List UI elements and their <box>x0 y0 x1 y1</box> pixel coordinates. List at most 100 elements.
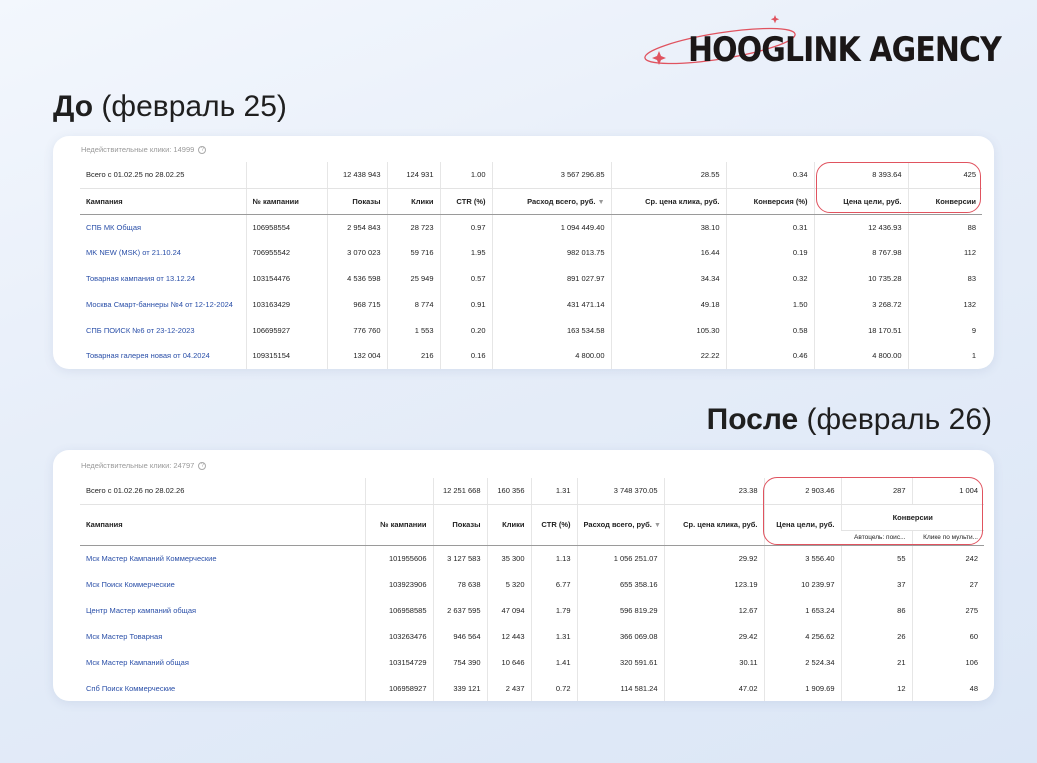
conv-autogoal-cell: 86 <box>840 597 912 623</box>
cpc-cell: 38.10 <box>610 214 726 240</box>
cpc-cell: 30.11 <box>663 649 764 675</box>
table-row: Мск Поиск Коммерческие 103923906 78 638 … <box>80 571 984 597</box>
col-conversions[interactable]: Конверсии <box>907 188 982 215</box>
col-conv-multi[interactable]: Клике по мульти... <box>911 530 984 546</box>
col-number[interactable]: № кампании <box>364 504 433 546</box>
campaign-link[interactable]: СПБ МК Общая <box>80 214 246 240</box>
conv-rate-cell: 1.50 <box>725 291 814 318</box>
goal-cost-cell: 12 436.93 <box>813 214 908 240</box>
table-row: MK NEW (MSK) от 21.10.24 706955542 3 070… <box>80 239 982 266</box>
conversions-cell: 83 <box>907 265 982 292</box>
col-number[interactable]: № кампании <box>245 188 327 215</box>
ctr-cell: 0.97 <box>439 214 492 240</box>
campaign-link[interactable]: Мск Мастер Кампаний общая <box>80 649 365 675</box>
total-conversions: 425 <box>907 162 982 189</box>
col-conv-rate[interactable]: Конверсия (%) <box>725 188 814 215</box>
col-shows[interactable]: Показы <box>432 504 487 546</box>
total-conv-autogoal: 287 <box>840 478 912 505</box>
spend-cell: 366 069.08 <box>576 623 664 649</box>
col-ctr[interactable]: CTR (%) <box>530 504 577 546</box>
header-row: Кампания № кампании Показы Клики CTR (%)… <box>80 188 982 215</box>
info-icon[interactable]: ? <box>198 146 207 155</box>
total-row: Всего с 01.02.25 по 28.02.25 12 438 943 … <box>80 162 982 189</box>
ctr-cell: 1.31 <box>530 623 577 649</box>
col-clicks[interactable]: Клики <box>386 188 440 215</box>
after-heading: После (февраль 26) <box>707 403 992 437</box>
campaign-link[interactable]: Спб Поиск Коммерческие <box>80 675 365 701</box>
total-cpc: 23.38 <box>663 478 764 505</box>
clicks-cell: 8 774 <box>386 291 440 318</box>
campaign-link[interactable]: Мск Мастер Кампаний Коммерческие <box>80 545 365 571</box>
spend-cell: 114 581.24 <box>576 675 664 701</box>
col-conversions[interactable]: Конверсии <box>840 504 984 531</box>
col-clicks[interactable]: Клики <box>486 504 531 546</box>
col-ctr[interactable]: CTR (%) <box>439 188 492 215</box>
ctr-cell: 1.79 <box>530 597 577 623</box>
campaign-number: 106695927 <box>245 317 327 343</box>
campaign-link[interactable]: Мск Мастер Товарная <box>80 623 365 649</box>
conv-multi-cell: 60 <box>911 623 984 649</box>
info-icon[interactable]: ? <box>198 462 207 471</box>
col-conv-autogoal[interactable]: Автоцель: поис... <box>841 530 912 546</box>
campaign-number: 103154729 <box>364 649 433 675</box>
invalid-clicks-note: Недействительные клики: 14999 ? <box>81 145 207 155</box>
total-conv-rate: 0.34 <box>725 162 814 189</box>
col-goal-cost[interactable]: Цена цели, руб. <box>813 188 908 215</box>
total-spend: 3 748 370.05 <box>576 478 664 505</box>
before-report-card: Недействительные клики: 14999 ? Всего с … <box>53 136 994 369</box>
shows-cell: 3 127 583 <box>432 545 487 571</box>
conversions-cell: 1 <box>907 342 982 369</box>
goal-cost-cell: 8 767.98 <box>813 239 908 266</box>
ctr-cell: 0.16 <box>439 342 492 369</box>
campaign-link[interactable]: СПБ ПОИСК №6 от 23-12-2023 <box>80 317 246 343</box>
conv-rate-cell: 0.32 <box>725 265 814 292</box>
spend-cell: 891 027.97 <box>491 265 611 292</box>
col-spend[interactable]: Расход всего, руб. ▼ <box>491 188 611 215</box>
clicks-cell: 12 443 <box>486 623 531 649</box>
invalid-clicks-text: Недействительные клики: 24797 <box>81 461 195 470</box>
total-shows: 12 251 668 <box>432 478 487 505</box>
goal-cost-cell: 4 256.62 <box>763 623 841 649</box>
spend-cell: 1 056 251.07 <box>576 545 664 571</box>
shows-cell: 78 638 <box>432 571 487 597</box>
brand-logo: HOOGLINK AGENCY <box>640 12 1002 74</box>
campaign-link[interactable]: Мск Поиск Коммерческие <box>80 571 365 597</box>
brand-name: HOOGLINK AGENCY <box>688 30 1002 70</box>
clicks-cell: 35 300 <box>486 545 531 571</box>
table-row: Мск Мастер Кампаний Коммерческие 1019556… <box>80 545 984 571</box>
campaign-link[interactable]: Центр Мастер кампаний общая <box>80 597 365 623</box>
spend-cell: 4 800.00 <box>491 342 611 369</box>
table-row: Центр Мастер кампаний общая 106958585 2 … <box>80 597 984 623</box>
cpc-cell: 123.19 <box>663 571 764 597</box>
conv-autogoal-cell: 21 <box>840 649 912 675</box>
conv-autogoal-cell: 37 <box>840 571 912 597</box>
col-campaign[interactable]: Кампания <box>80 188 246 215</box>
col-campaign[interactable]: Кампания <box>80 504 365 546</box>
total-label: Всего с 01.02.26 по 28.02.26 <box>80 478 365 505</box>
goal-cost-cell: 1 909.69 <box>763 675 841 701</box>
col-cpc[interactable]: Ср. цена клика, руб. <box>663 504 764 546</box>
col-cpc[interactable]: Ср. цена клика, руб. <box>610 188 726 215</box>
table-row: СПБ ПОИСК №6 от 23-12-2023 106695927 776… <box>80 317 982 343</box>
sort-desc-icon: ▼ <box>653 522 661 529</box>
cpc-cell: 12.67 <box>663 597 764 623</box>
spend-cell: 431 471.14 <box>491 291 611 318</box>
spend-cell: 596 819.29 <box>576 597 664 623</box>
spend-cell: 655 358.16 <box>576 571 664 597</box>
total-ctr: 1.00 <box>439 162 492 189</box>
campaign-link[interactable]: MK NEW (MSK) от 21.10.24 <box>80 240 246 266</box>
conv-multi-cell: 242 <box>911 545 984 571</box>
campaign-link[interactable]: Москва Смарт-баннеры №4 от 12-12-2024 <box>80 291 246 317</box>
clicks-cell: 2 437 <box>486 675 531 701</box>
goal-cost-cell: 2 524.34 <box>763 649 841 675</box>
conv-rate-cell: 0.46 <box>725 342 814 369</box>
col-spend[interactable]: Расход всего, руб. ▼ <box>576 504 664 546</box>
total-label: Всего с 01.02.25 по 28.02.25 <box>80 162 246 189</box>
campaign-number: 106958927 <box>364 675 433 701</box>
cpc-cell: 47.02 <box>663 675 764 701</box>
col-goal-cost[interactable]: Цена цели, руб. <box>763 504 841 546</box>
campaign-link[interactable]: Товарная галерея новая от 04.2024 <box>80 343 246 369</box>
invalid-clicks-text: Недействительные клики: 14999 <box>81 145 195 154</box>
col-shows[interactable]: Показы <box>326 188 387 215</box>
campaign-link[interactable]: Товарная кампания от 13.12.24 <box>80 266 246 292</box>
